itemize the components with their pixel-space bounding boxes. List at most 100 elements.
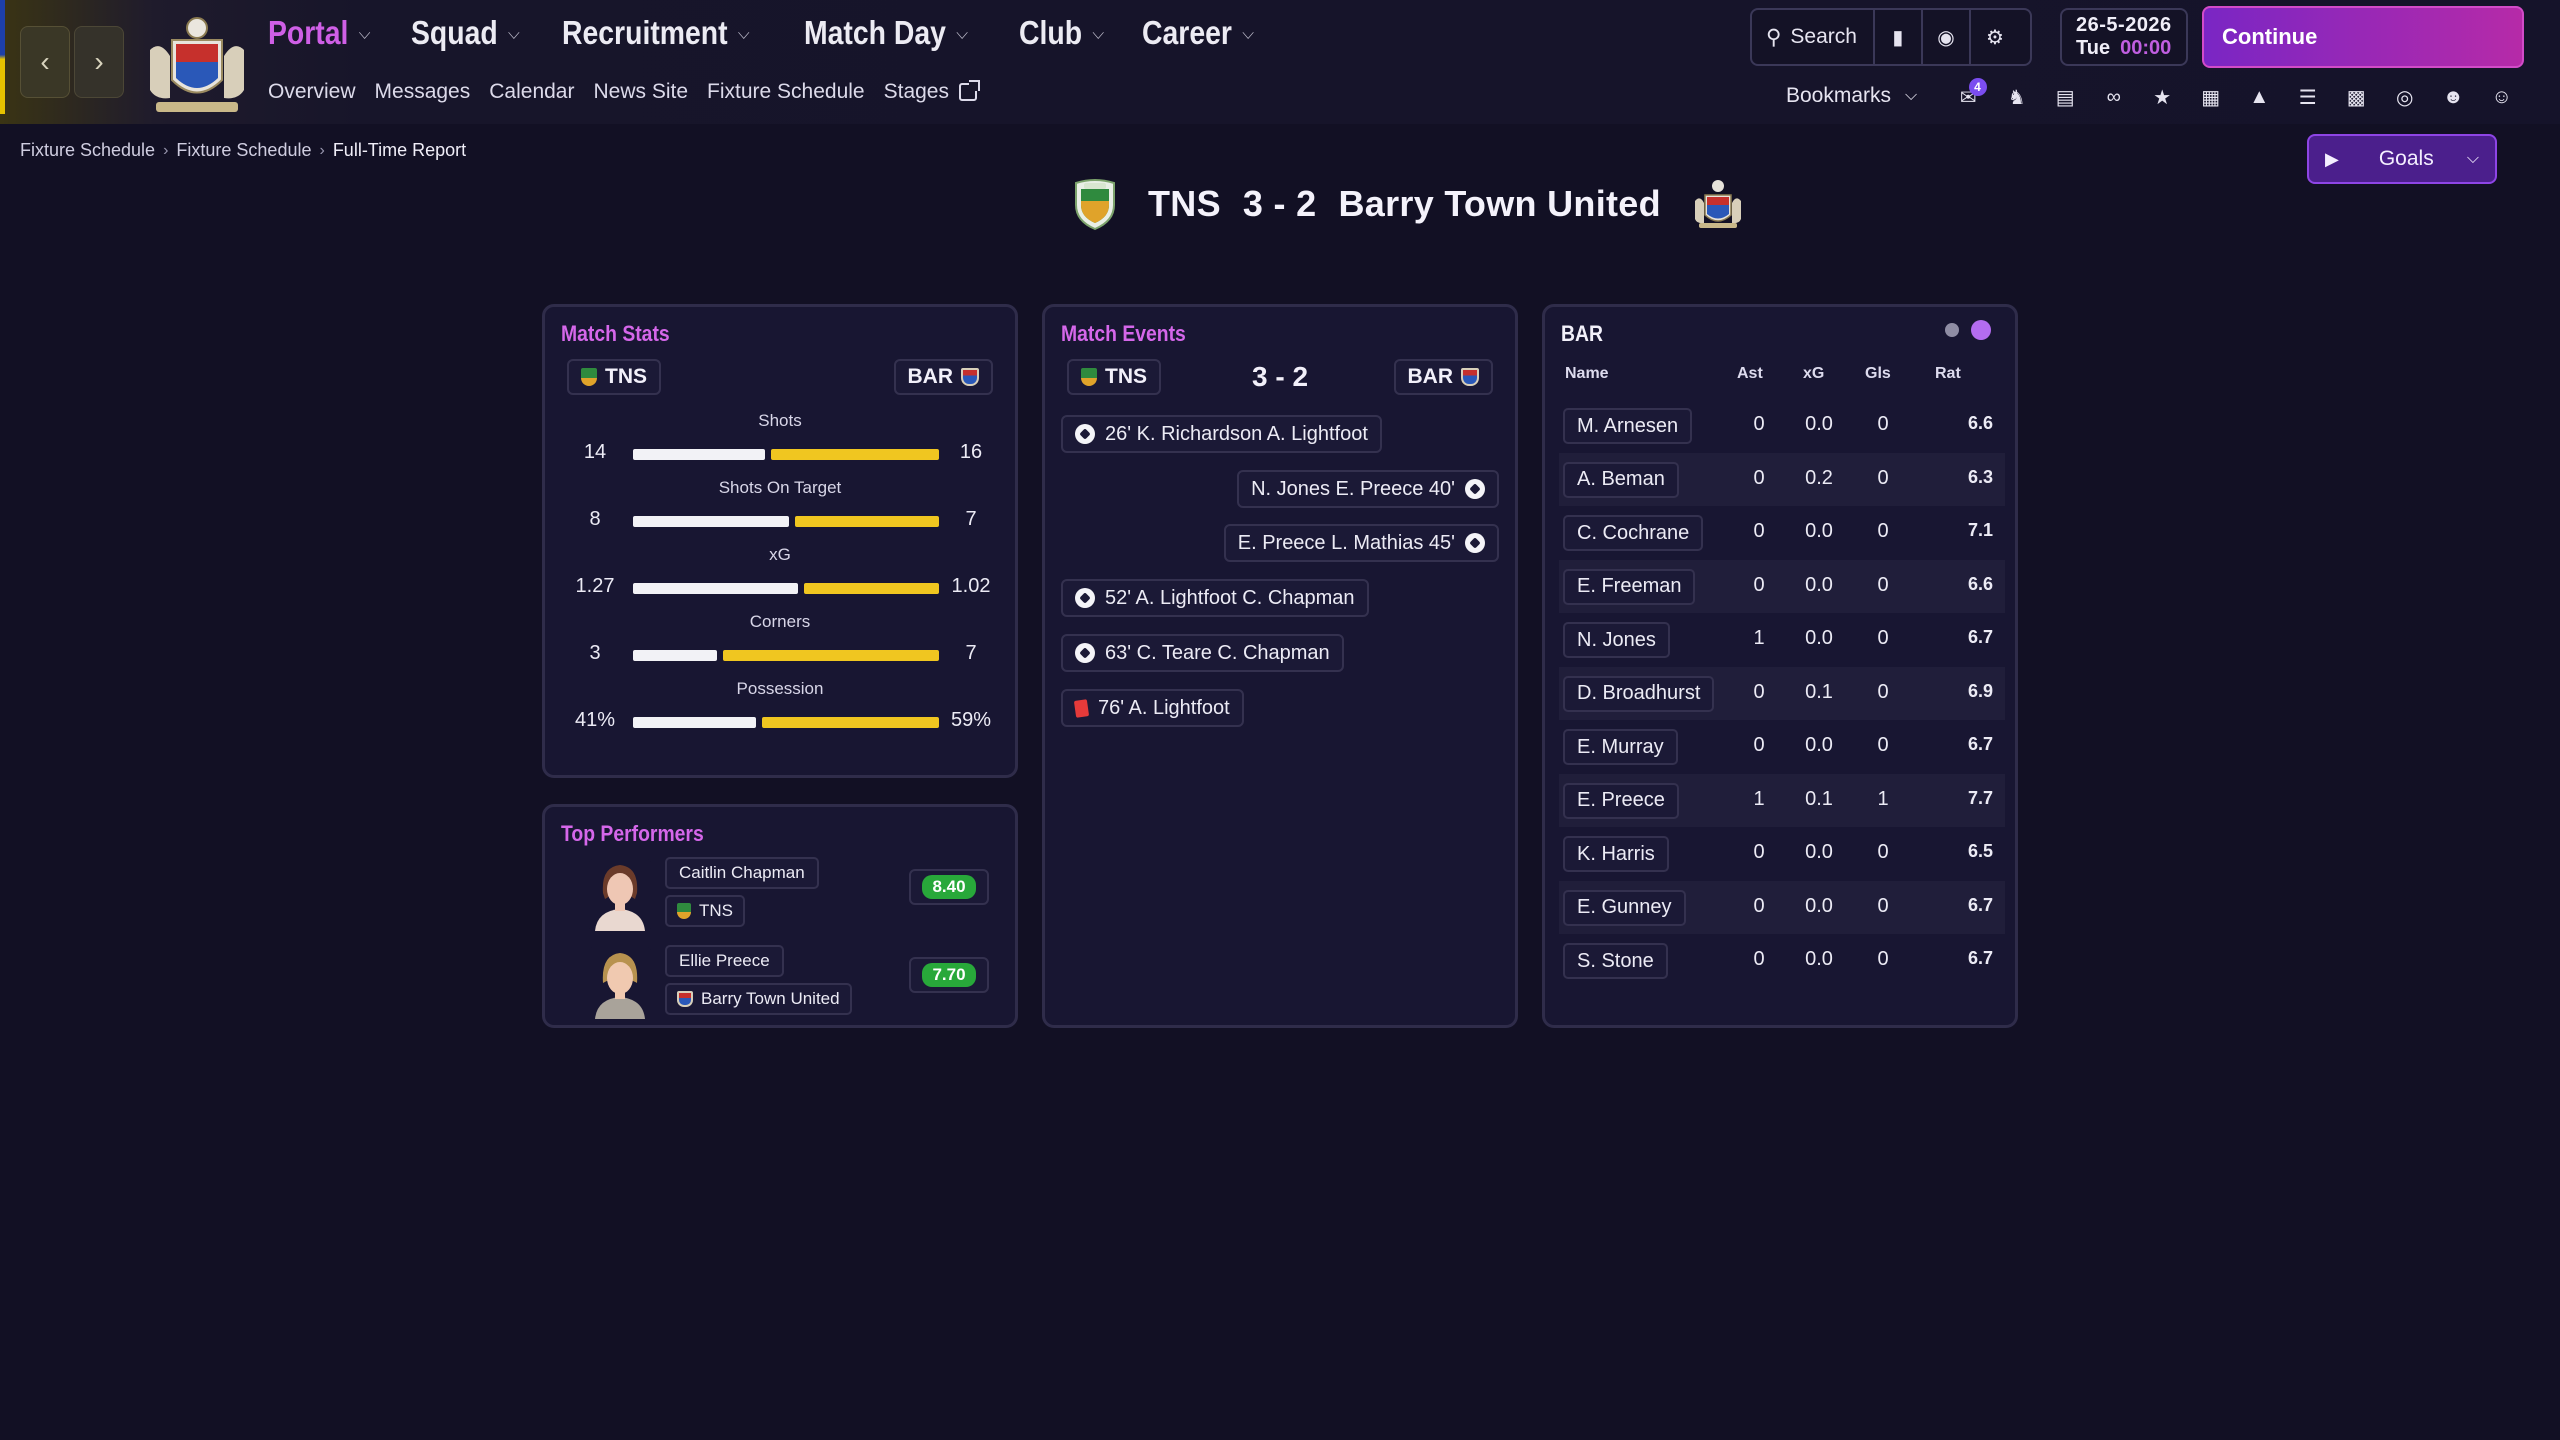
settings-button[interactable]: ⚙ — [1971, 10, 2019, 64]
player-name[interactable]: N. Jones — [1563, 622, 1670, 658]
nav-recruitment[interactable]: Recruitment ⌵ — [562, 14, 750, 52]
breadcrumb-item[interactable]: Fixture Schedule — [20, 140, 155, 161]
event-goal[interactable]: 63' C. Teare C. Chapman — [1061, 634, 1344, 672]
goals-label: Goals — [2378, 147, 2434, 170]
globe-button[interactable]: ◉ — [1923, 10, 1971, 64]
player-name[interactable]: A. Beman — [1563, 461, 1679, 498]
football-icon — [1465, 479, 1485, 499]
event-goal[interactable]: N. Jones E. Preece 40' — [1237, 470, 1499, 508]
search-button[interactable]: ⚲ Search — [1752, 10, 1875, 64]
top-bar: ‹ › Portal ⌵ Squad ⌵ Recruitment ⌵ Match Da… — [0, 0, 2560, 124]
calendar-icon: ▦ — [2201, 86, 2221, 109]
nav-career[interactable]: Career ⌵ — [1142, 14, 1254, 52]
page-dot-away[interactable] — [1971, 320, 1991, 340]
player-name[interactable]: E. Gunney — [1563, 889, 1686, 926]
col-ast[interactable]: Ast — [1737, 365, 1763, 383]
col-name[interactable]: Name — [1565, 365, 1609, 383]
col-gls[interactable]: Gls — [1865, 365, 1891, 383]
table-row[interactable]: D. Broadhurst 0 0.1 0 6.9 — [1559, 666, 2005, 720]
continue-button[interactable]: Continue — [2202, 6, 2524, 68]
nav-portal[interactable]: Portal ⌵ — [268, 14, 371, 52]
club-crest-logo[interactable] — [142, 10, 252, 118]
nav-club[interactable]: Club ⌵ — [1019, 14, 1104, 52]
gear-icon: ⚙ — [1985, 26, 2004, 49]
table-row[interactable]: C. Cochrane 0 0.0 0 7.1 — [1559, 506, 2005, 559]
subnav-overview[interactable]: Overview — [268, 80, 356, 104]
calendar-shortcut[interactable]: ▦ — [2187, 82, 2236, 112]
messages-badge: 4 — [1968, 78, 1987, 96]
chevron-right-icon: › — [163, 141, 169, 159]
subnav-news-site[interactable]: News Site — [593, 80, 688, 104]
board-shortcut[interactable]: ☺ — [2478, 82, 2527, 112]
barry-crest-icon — [961, 368, 979, 386]
player-name[interactable]: D. Broadhurst — [1563, 675, 1715, 712]
table-row[interactable]: E. Freeman 0 0.0 0 6.6 — [1559, 559, 2005, 613]
kit-shortcut[interactable]: ♞ — [1993, 82, 2042, 112]
stadium-shortcut[interactable]: ◎ — [2381, 82, 2430, 112]
game-date[interactable]: 26-5-2026 Tue 00:00 — [2060, 8, 2188, 66]
table-row[interactable]: E. Preece 1 0.1 1 7.7 — [1559, 773, 2005, 827]
event-goal[interactable]: 52' A. Lightfoot C. Chapman — [1061, 579, 1369, 617]
bookmarks-dropdown[interactable]: Bookmarks ⌵ — [1786, 84, 1917, 108]
academy-shortcut[interactable]: ☻ — [2429, 82, 2478, 112]
trophy-shortcut[interactable]: ★ — [2138, 82, 2187, 112]
player-name[interactable]: E. Preece — [1563, 782, 1679, 819]
table-row[interactable]: N. Jones 1 0.0 0 6.7 — [1559, 613, 2005, 666]
tickets-shortcut[interactable]: ▩ — [2332, 82, 2381, 112]
stadium-icon: ◎ — [2396, 86, 2414, 109]
nav-match-day[interactable]: Match Day ⌵ — [804, 14, 968, 52]
stat-row-xg: 1.27 1.02 — [565, 573, 1001, 603]
event-red-card[interactable]: 76' A. Lightfoot — [1061, 689, 1244, 727]
toolbar: ⚲ Search ▮ ◉ ⚙ — [1750, 8, 2032, 66]
cell-rating: 6.6 — [1967, 573, 1993, 594]
scouting-shortcut[interactable]: ∞ — [2090, 82, 2139, 112]
messages-shortcut[interactable]: ✉ 4 — [1944, 78, 1993, 112]
cell-rating: 6.5 — [1967, 841, 1993, 861]
performer-card[interactable]: Caitlin Chapman TNS 8.40 — [557, 857, 997, 937]
subnav-stages[interactable]: Stages — [884, 80, 980, 104]
table-row[interactable]: E. Gunney 0 0.0 0 6.7 — [1559, 880, 2005, 934]
back-button[interactable]: ‹ — [20, 26, 70, 98]
subnav-fixture-schedule[interactable]: Fixture Schedule — [707, 80, 865, 104]
player-name[interactable]: S. Stone — [1563, 943, 1668, 979]
page-dot-home[interactable] — [1945, 323, 1959, 337]
stat-home-value: 3 — [589, 642, 601, 664]
col-xg[interactable]: xG — [1803, 365, 1824, 383]
cell-assists: 0 — [1753, 948, 1765, 970]
nav-squad[interactable]: Squad ⌵ — [411, 14, 520, 52]
stat-row-shots-on-target: 8 7 — [565, 506, 1001, 536]
subnav-messages[interactable]: Messages — [375, 80, 471, 104]
event-goal[interactable]: E. Preece L. Mathias 45' — [1223, 524, 1499, 562]
finance-shortcut[interactable]: ☰ — [2284, 82, 2333, 112]
table-row[interactable]: M. Arnesen 0 0.0 0 6.6 — [1559, 399, 2005, 452]
stat-row-shots: 14 16 — [565, 439, 1001, 469]
table-row[interactable]: A. Beman 0 0.2 0 6.3 — [1559, 452, 2005, 506]
breadcrumb-item[interactable]: Fixture Schedule — [176, 140, 311, 161]
table-row[interactable]: E. Murray 0 0.0 0 6.7 — [1559, 720, 2005, 773]
training-shortcut[interactable]: ▲ — [2235, 82, 2284, 112]
barry-crest-logo — [1694, 180, 1741, 228]
quick-access-icons: ✉ 4 ♞ ▤ ∞ ★ ▦ ▲ ☰ ▩ ◎ ☻ ☺ — [1944, 78, 2527, 112]
performer-card[interactable]: Ellie Preece Barry Town United 7.70 — [557, 945, 997, 1025]
table-row[interactable]: S. Stone 0 0.0 0 6.7 — [1559, 934, 2005, 987]
event-goal[interactable]: 26' K. Richardson A. Lightfoot — [1061, 415, 1382, 453]
notebook-button[interactable]: ▮ — [1875, 10, 1923, 64]
player-name[interactable]: E. Murray — [1563, 729, 1678, 765]
tns-crest-logo — [1075, 179, 1115, 231]
col-rat[interactable]: Rat — [1935, 365, 1961, 383]
staff-shortcut[interactable]: ▤ — [2041, 82, 2090, 112]
subnav-calendar[interactable]: Calendar — [489, 80, 574, 104]
table-row[interactable]: K. Harris 0 0.0 0 6.5 — [1559, 827, 2005, 880]
home-bar — [633, 583, 798, 594]
cell-xg: 0.0 — [1805, 734, 1833, 756]
cell-assists: 0 — [1753, 413, 1765, 435]
forward-button[interactable]: › — [74, 26, 124, 98]
player-name[interactable]: K. Harris — [1563, 836, 1669, 872]
notebook-icon: ▮ — [1892, 26, 1904, 49]
goals-highlights-button[interactable]: ▶ Goals ⌵ — [2307, 134, 2497, 184]
player-name[interactable]: E. Freeman — [1563, 568, 1696, 605]
player-name[interactable]: M. Arnesen — [1563, 408, 1693, 444]
performer-name: Caitlin Chapman — [665, 857, 819, 889]
chevron-down-icon: ⌵ — [737, 22, 750, 43]
player-name[interactable]: C. Cochrane — [1563, 515, 1704, 551]
